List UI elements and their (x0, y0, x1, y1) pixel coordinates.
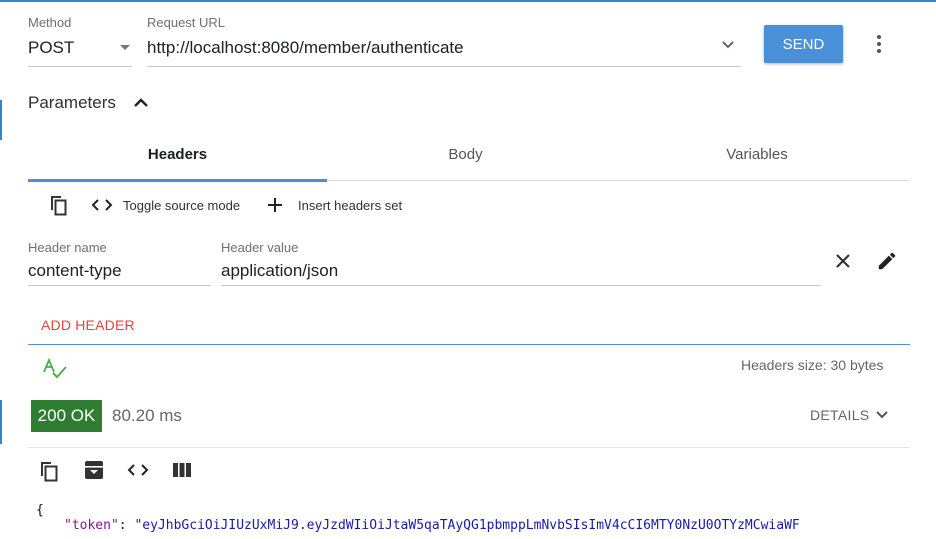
url-history-chevron-icon[interactable] (721, 40, 735, 50)
header-name-input[interactable]: content-type (28, 259, 211, 283)
response-divider (28, 447, 910, 448)
header-value-value: application/json (221, 261, 339, 280)
tab-variables[interactable]: Variables (604, 146, 910, 163)
send-button[interactable]: SEND (764, 25, 843, 63)
left-edge-mark (0, 400, 2, 444)
url-label: Request URL (147, 15, 226, 30)
url-underline (147, 66, 741, 67)
toggle-source-button[interactable]: Toggle source mode (90, 195, 240, 215)
plus-icon (268, 198, 282, 212)
json-token-value: "eyJhbGciOiJIUzUxMiJ9.eyJzdWIiOiJtaW5qaT… (134, 518, 800, 533)
chevron-down-icon (876, 411, 889, 419)
header-name-label: Header name (28, 240, 107, 255)
insert-headers-label: Insert headers set (298, 197, 403, 213)
details-label: DETAILS (810, 407, 870, 423)
tab-headers[interactable]: Headers (28, 146, 327, 163)
tab-body[interactable]: Body (327, 146, 604, 163)
details-button[interactable]: DETAILS (810, 407, 889, 423)
toggle-source-label: Toggle source mode (123, 197, 241, 213)
headers-editor-bottom-line (28, 344, 910, 345)
active-tab-indicator (28, 179, 327, 182)
add-header-button[interactable]: ADD HEADER (41, 317, 135, 333)
json-open-brace: { (36, 503, 44, 518)
headers-size: Headers size: 30 bytes (741, 357, 884, 373)
close-icon[interactable] (834, 252, 852, 270)
edit-pencil-icon[interactable] (876, 250, 898, 272)
columns-view-icon[interactable] (172, 462, 192, 478)
save-archive-icon[interactable] (83, 459, 105, 481)
response-time: 80.20 ms (112, 406, 182, 425)
code-icon (91, 199, 113, 211)
copy-icon[interactable] (47, 193, 71, 217)
url-value: http://localhost:8080/member/authenticat… (147, 38, 464, 57)
insert-headers-button[interactable]: Insert headers set (266, 195, 402, 215)
json-token-key: "token" (64, 518, 119, 533)
header-value-underline (221, 285, 821, 286)
chevron-down-icon (120, 45, 130, 50)
header-value-input[interactable]: application/json (221, 259, 821, 283)
method-select[interactable]: POST (28, 36, 132, 62)
chevron-up-icon[interactable] (133, 96, 149, 108)
status-badge: 200 OK (31, 400, 102, 432)
method-label: Method (28, 15, 72, 30)
header-name-value: content-type (28, 261, 122, 280)
more-options-icon[interactable] (876, 35, 882, 55)
spellcheck-icon[interactable] (42, 358, 68, 380)
header-value-label: Header value (221, 240, 299, 255)
method-value: POST (28, 38, 75, 57)
method-underline (28, 66, 132, 67)
json-token-sep: : (118, 518, 135, 533)
url-input[interactable]: http://localhost:8080/member/authenticat… (147, 36, 741, 62)
code-view-icon[interactable] (126, 462, 150, 478)
parameters-title: Parameters (28, 93, 116, 112)
left-edge-mark (0, 100, 2, 140)
json-token-line: "token": "eyJhbGciOiJIUzUxMiJ9.eyJzdWIiO… (64, 518, 800, 533)
header-name-underline (28, 285, 211, 286)
copy-response-icon[interactable] (38, 459, 62, 483)
top-accent-line (0, 0, 936, 2)
